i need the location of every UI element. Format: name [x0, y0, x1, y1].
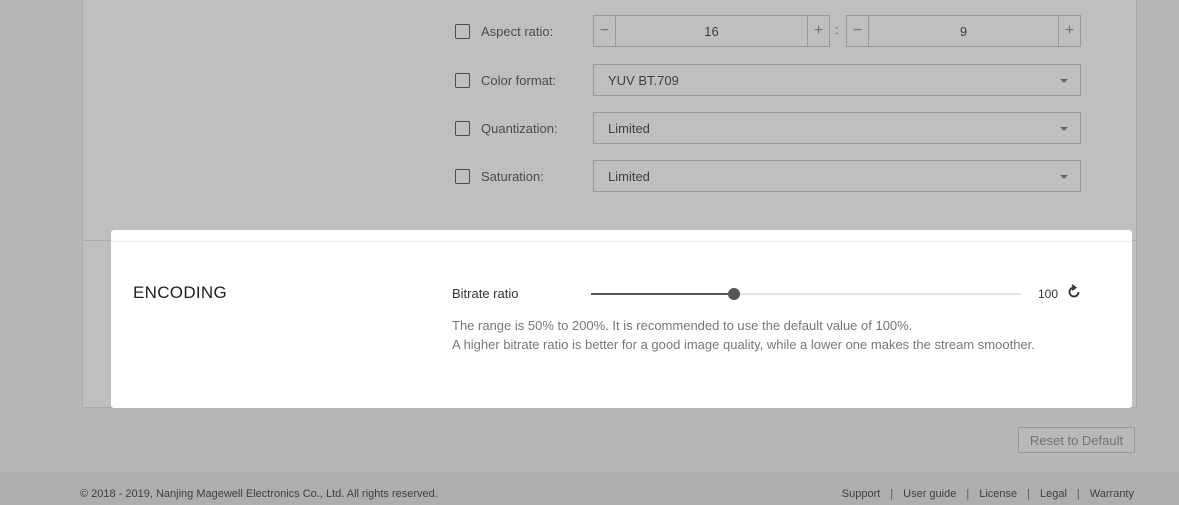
- bitrate-ratio-label: Bitrate ratio: [452, 286, 519, 301]
- bitrate-help-line-2: A higher bitrate ratio is better for a g…: [452, 337, 1035, 352]
- encoding-title: ENCODING: [133, 283, 228, 302]
- bitrate-ratio-slider[interactable]: [591, 288, 1021, 300]
- bitrate-slider-handle[interactable]: [728, 288, 741, 300]
- bitrate-ratio-value: 100: [1038, 287, 1059, 301]
- refresh-icon[interactable]: [1066, 284, 1082, 300]
- panel-divider: [111, 241, 1132, 242]
- bitrate-help-line-1: The range is 50% to 200%. It is recommen…: [452, 318, 913, 333]
- encoding-panel: ENCODING Bitrate ratio 100 The range is …: [111, 230, 1132, 408]
- bitrate-slider-fill: [591, 293, 735, 295]
